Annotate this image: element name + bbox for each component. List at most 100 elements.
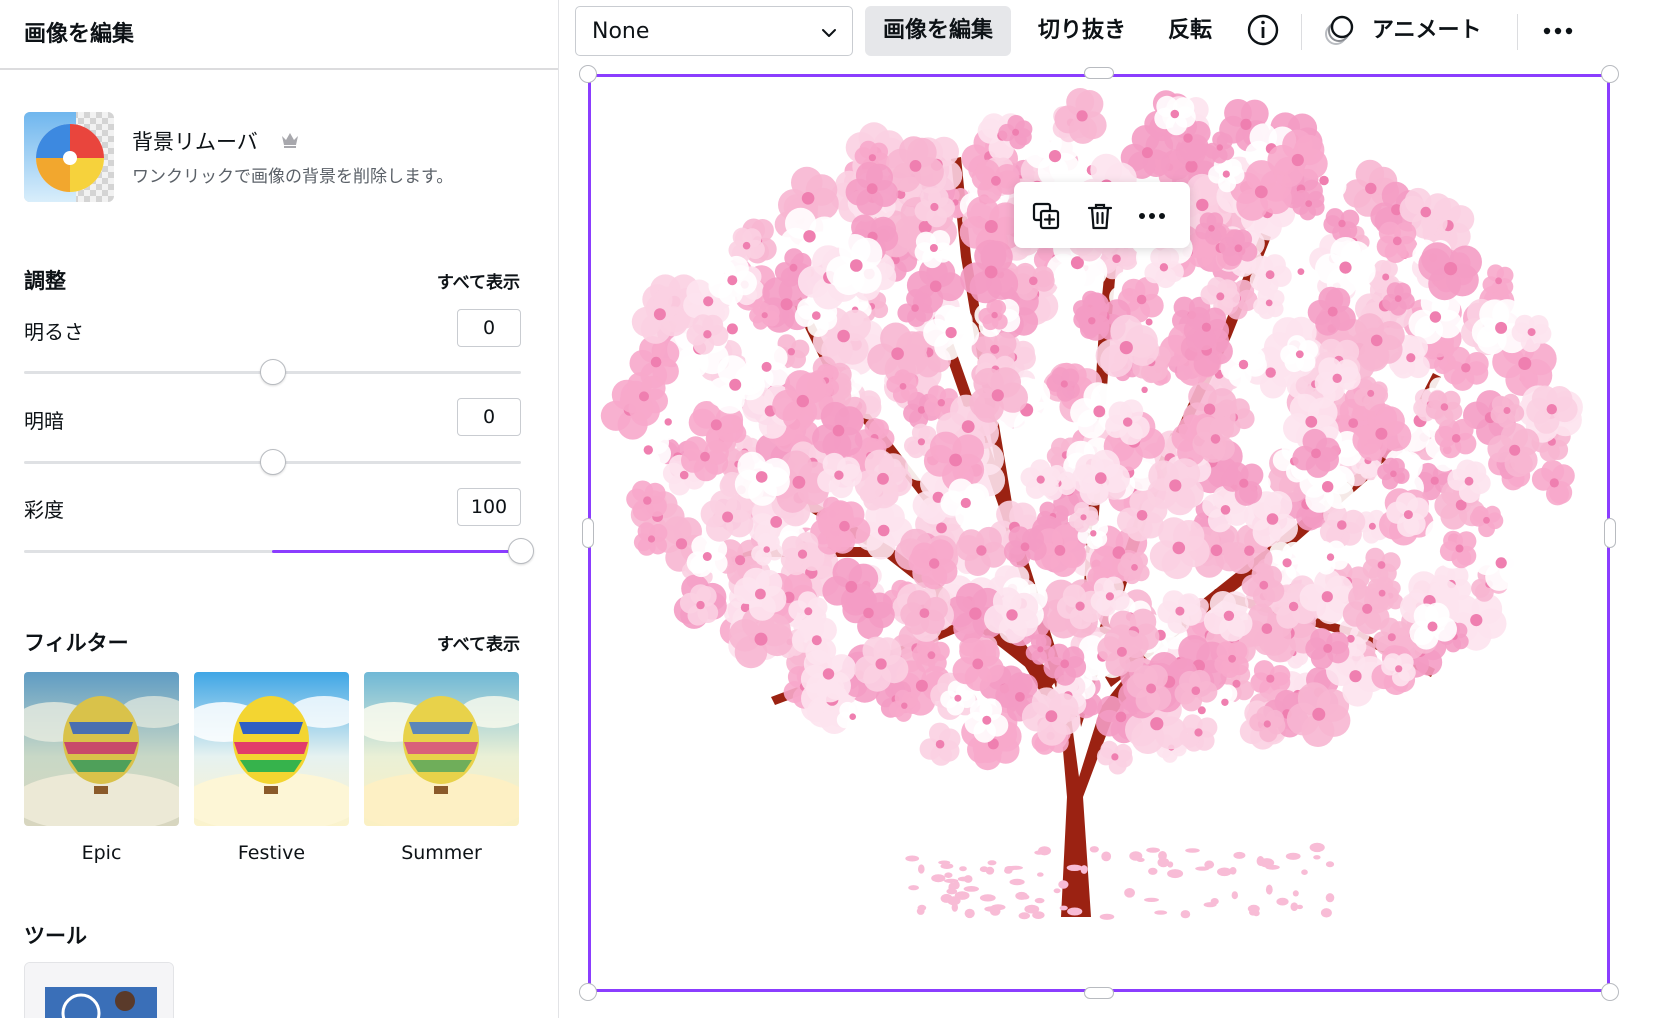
- background-remover-card[interactable]: 背景リムーバ ワンクリックで画像の背景を削除します。: [24, 112, 534, 202]
- resize-handle-left[interactable]: [582, 518, 594, 548]
- flip-button[interactable]: 反転: [1168, 6, 1212, 56]
- chevron-down-icon: [822, 29, 836, 37]
- trash-icon[interactable]: [1084, 200, 1116, 232]
- resize-handle-right[interactable]: [1604, 518, 1616, 548]
- fallen-petal: [987, 860, 997, 866]
- filter-festive-thumbnail: [194, 672, 349, 826]
- more-icon[interactable]: [1136, 200, 1168, 232]
- filters-see-all-link[interactable]: すべて表示: [437, 630, 520, 655]
- filter-epic[interactable]: Epic: [24, 672, 179, 864]
- blossom-flower: [1179, 714, 1218, 752]
- fallen-petal: [905, 855, 920, 862]
- duplicate-icon[interactable]: [1030, 200, 1062, 232]
- resize-handle-top-right[interactable]: [1601, 65, 1619, 83]
- contrast-slider-thumb[interactable]: [260, 449, 286, 475]
- filter-epic-label: Epic: [81, 842, 122, 864]
- blossom-flower: [1531, 460, 1575, 506]
- fallen-petal: [1146, 847, 1160, 853]
- fallen-petal: [1231, 891, 1238, 900]
- fallen-petal: [1256, 856, 1265, 866]
- fallen-petal: [1144, 897, 1159, 903]
- resize-handle-top-left[interactable]: [579, 65, 597, 83]
- fallen-petal: [1217, 867, 1232, 877]
- fallen-petal: [931, 874, 946, 883]
- fallen-petal: [1099, 913, 1115, 920]
- blossom-flower: [919, 722, 961, 766]
- fallen-petal: [1210, 898, 1219, 905]
- fallen-petal: [1148, 867, 1158, 875]
- tools-section-title: ツール: [24, 924, 87, 948]
- animate-icon[interactable]: [1322, 14, 1356, 48]
- adjust-see-all-link[interactable]: すべて表示: [437, 268, 520, 293]
- fallen-petal: [1034, 897, 1045, 904]
- filter-festive[interactable]: Festive: [194, 672, 349, 864]
- resize-handle-bottom-right[interactable]: [1601, 983, 1619, 1001]
- design-canvas[interactable]: [560, 65, 1654, 1018]
- fallen-petal: [1233, 851, 1246, 859]
- saturation-slider-thumb[interactable]: [508, 538, 534, 564]
- resize-handle-bottom-left[interactable]: [579, 983, 597, 1001]
- brightness-value-input[interactable]: 0: [457, 309, 521, 347]
- resize-handle-top[interactable]: [1084, 67, 1114, 79]
- fallen-petal: [1124, 888, 1135, 898]
- panel-header: 画像を編集: [0, 0, 558, 70]
- fallen-petal: [1067, 907, 1083, 916]
- contrast-slider[interactable]: [24, 449, 521, 475]
- background-remover-title: 背景リムーバ: [132, 130, 258, 154]
- fallen-petal: [1101, 851, 1112, 862]
- blossom-flower: [817, 452, 863, 499]
- edit-image-panel: 画像を編集 背景リムーバ ワンクリックで画像の背景を削除します。 調整 すべて表…: [0, 0, 559, 1018]
- brightness-slider[interactable]: [24, 359, 521, 385]
- blossom-flower: [1249, 254, 1292, 297]
- edit-image-button[interactable]: 画像を編集: [865, 6, 1012, 56]
- fallen-petal: [1265, 884, 1273, 895]
- fallen-petal: [963, 875, 973, 883]
- fallen-petal: [964, 908, 975, 919]
- toolbar-divider: [1517, 14, 1518, 50]
- filter-festive-label: Festive: [237, 842, 306, 864]
- fallen-petal: [1180, 910, 1191, 919]
- animate-button[interactable]: アニメート: [1372, 6, 1482, 56]
- fallen-petal: [1037, 872, 1044, 877]
- fallen-petal: [1021, 894, 1030, 900]
- top-toolbar: None 画像を編集 切り抜き 反転 アニメート: [560, 0, 1654, 70]
- fallen-petal: [1059, 905, 1068, 911]
- contrast-label: 明暗: [24, 409, 64, 433]
- preset-dropdown-value: None: [592, 19, 650, 44]
- saturation-slider[interactable]: [24, 538, 534, 564]
- fallen-petal: [940, 863, 954, 869]
- info-icon[interactable]: [1246, 13, 1280, 47]
- blossom-flower: [1096, 740, 1133, 775]
- fallen-petal: [1089, 846, 1099, 853]
- brightness-label: 明るさ: [24, 320, 84, 344]
- fallen-petal: [1058, 880, 1069, 889]
- filter-summer[interactable]: Summer: [364, 672, 519, 864]
- brightness-slider-thumb[interactable]: [260, 359, 286, 385]
- fallen-petal: [1129, 851, 1143, 861]
- preset-dropdown[interactable]: None: [575, 6, 853, 56]
- contrast-value-input[interactable]: 0: [457, 398, 521, 436]
- resize-handle-bottom[interactable]: [1084, 987, 1114, 999]
- filter-summer-label: Summer: [401, 842, 482, 864]
- fallen-petal: [1325, 861, 1335, 868]
- fallen-petal: [979, 894, 996, 902]
- fallen-petal: [984, 906, 999, 912]
- filter-epic-thumbnail: [24, 672, 179, 826]
- tool-thumbnail[interactable]: [24, 962, 174, 1018]
- fallen-petal: [1301, 869, 1308, 875]
- saturation-value-input[interactable]: 100: [457, 488, 521, 526]
- fallen-petal: [918, 864, 925, 874]
- fallen-petal: [1313, 855, 1321, 860]
- fallen-petal: [1265, 864, 1280, 870]
- fallen-petal: [1309, 842, 1325, 853]
- fallen-petal: [979, 866, 989, 873]
- fallen-petal: [1066, 864, 1083, 871]
- background-remover-description: ワンクリックで画像の背景を削除します。: [132, 167, 454, 187]
- fallen-petal: [1009, 878, 1025, 886]
- blossom-flower: [1147, 458, 1204, 516]
- crop-button[interactable]: 切り抜き: [1038, 6, 1126, 56]
- fallen-petal: [1167, 869, 1184, 879]
- more-icon[interactable]: [1540, 18, 1576, 44]
- fallen-petal: [1157, 857, 1170, 868]
- fallen-petal: [1276, 897, 1289, 906]
